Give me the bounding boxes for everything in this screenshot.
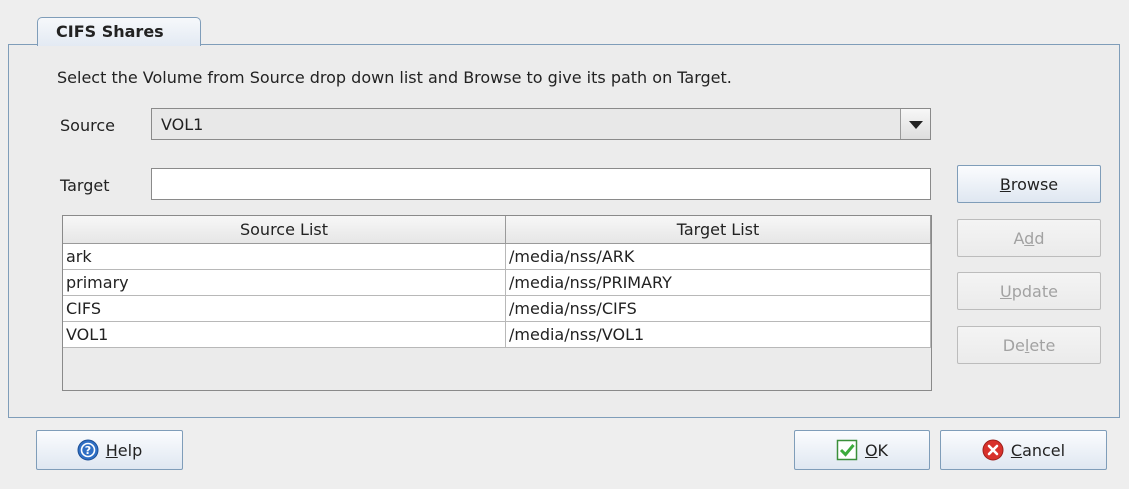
- delete-button[interactable]: Delete: [957, 326, 1101, 364]
- table-header: Source List Target List: [63, 216, 931, 244]
- tab-cifs-shares[interactable]: CIFS Shares: [37, 17, 201, 46]
- update-button[interactable]: Update: [957, 272, 1101, 310]
- target-input[interactable]: [151, 168, 931, 200]
- table-row[interactable]: CIFS /media/nss/CIFS: [63, 296, 931, 322]
- add-button[interactable]: Add: [957, 219, 1101, 257]
- instruction-text: Select the Volume from Source drop down …: [57, 68, 732, 87]
- table-cell-target: /media/nss/ARK: [506, 244, 931, 269]
- add-button-label: Add: [1013, 228, 1045, 248]
- table-cell-source: VOL1: [63, 322, 506, 347]
- source-dropdown-value: VOL1: [161, 115, 204, 134]
- browse-button[interactable]: Browse: [957, 165, 1101, 203]
- cancel-button[interactable]: Cancel: [940, 430, 1107, 470]
- delete-button-label: Delete: [1002, 335, 1056, 355]
- table-cell-source: ark: [63, 244, 506, 269]
- shares-table: Source List Target List ark /media/nss/A…: [62, 215, 932, 391]
- help-button-label: Help: [105, 440, 143, 460]
- table-cell-target: /media/nss/VOL1: [506, 322, 931, 347]
- table-row[interactable]: primary /media/nss/PRIMARY: [63, 270, 931, 296]
- check-icon: [836, 439, 858, 461]
- update-button-label: Update: [1000, 281, 1058, 301]
- cancel-button-label: Cancel: [1010, 440, 1066, 460]
- chevron-down-icon[interactable]: [900, 109, 930, 139]
- help-button[interactable]: ? Help: [36, 430, 183, 470]
- table-cell-source: primary: [63, 270, 506, 295]
- target-label: Target: [60, 176, 110, 195]
- column-header-source-list[interactable]: Source List: [63, 216, 506, 243]
- cancel-icon: [982, 439, 1004, 461]
- browse-button-label: Browse: [999, 174, 1059, 194]
- source-dropdown[interactable]: VOL1: [151, 108, 931, 140]
- table-cell-source: CIFS: [63, 296, 506, 321]
- table-cell-target: /media/nss/CIFS: [506, 296, 931, 321]
- table-row[interactable]: ark /media/nss/ARK: [63, 244, 931, 270]
- svg-text:?: ?: [85, 444, 91, 457]
- table-row[interactable]: VOL1 /media/nss/VOL1: [63, 322, 931, 348]
- ok-button[interactable]: OK: [794, 430, 930, 470]
- help-icon: ?: [77, 439, 99, 461]
- column-header-target-list[interactable]: Target List: [506, 216, 931, 243]
- table-cell-target: /media/nss/PRIMARY: [506, 270, 931, 295]
- ok-button-label: OK: [864, 440, 889, 460]
- source-label: Source: [60, 116, 115, 135]
